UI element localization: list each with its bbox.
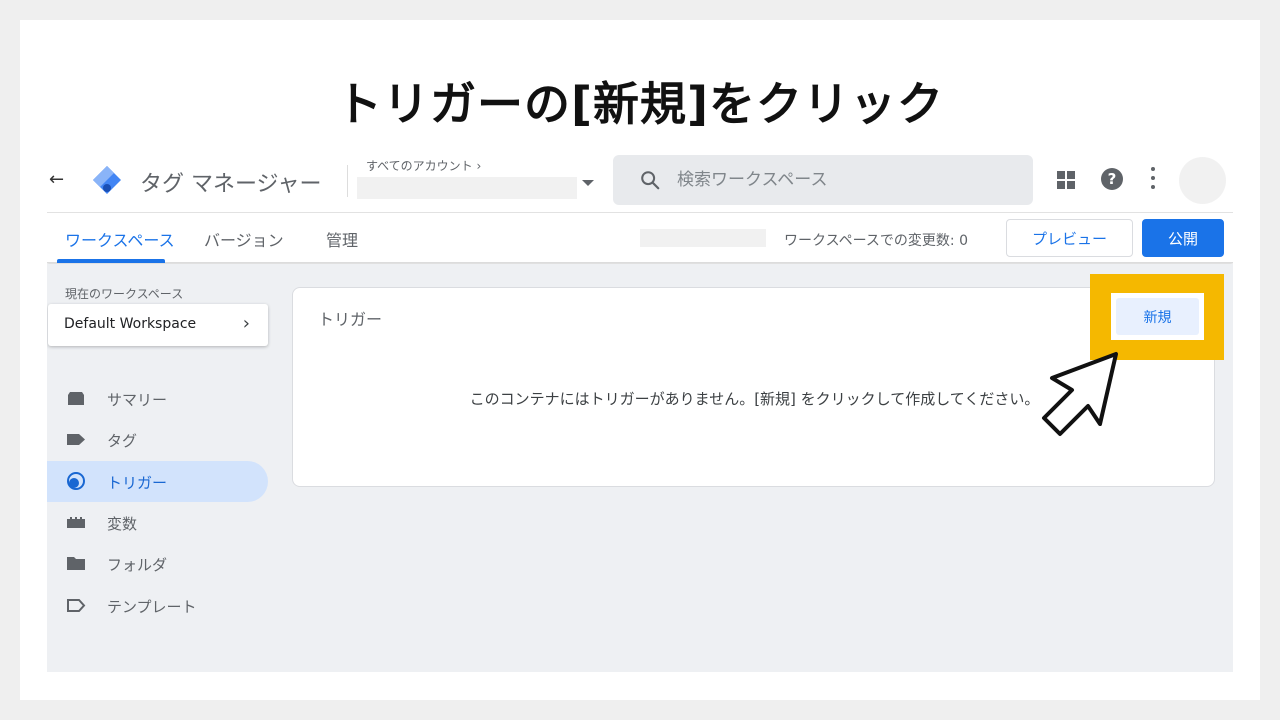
arrow-left-icon[interactable]: ←	[49, 169, 64, 190]
workspace-label: 現在のワークスペース	[65, 287, 184, 301]
sidebar-item-label: サマリー	[107, 391, 168, 409]
sidebar-item-tags[interactable]: タグ	[47, 419, 268, 460]
variables-icon	[67, 517, 85, 528]
content-area: 現在のワークスペース Default Workspace › サマリー タグ ト…	[47, 264, 1233, 672]
card-title: トリガー	[318, 310, 383, 329]
preview-button[interactable]: プレビュー	[1006, 219, 1133, 257]
container-selector[interactable]	[357, 177, 577, 199]
folder-icon	[67, 557, 85, 570]
account-breadcrumb[interactable]: すべてのアカウント ›	[366, 157, 481, 174]
sidebar-item-label: トリガー	[107, 474, 168, 492]
search-input[interactable]	[677, 167, 1017, 193]
sidebar-item-triggers[interactable]: トリガー	[47, 461, 268, 502]
chevron-right-icon: ›	[242, 313, 250, 334]
sidebar-item-label: フォルダ	[107, 556, 168, 574]
apps-grid-icon[interactable]	[1057, 171, 1075, 189]
summary-icon	[68, 392, 84, 405]
help-icon[interactable]: ?	[1101, 168, 1123, 190]
sidebar-item-variables[interactable]: 変数	[47, 502, 268, 543]
tab-bar: ワークスペース バージョン 管理 ワークスペースでの変更数: 0 プレビュー 公…	[47, 213, 1233, 263]
top-bar: ← タグ マネージャー すべてのアカウント › ?	[47, 147, 1233, 213]
sidebar-item-label: 変数	[107, 515, 138, 533]
tab-admin[interactable]: 管理	[326, 227, 358, 251]
sidebar-item-summary[interactable]: サマリー	[47, 378, 268, 419]
avatar[interactable]	[1179, 157, 1226, 204]
highlight-inner: 新規	[1111, 293, 1204, 340]
workspace-name: Default Workspace	[64, 316, 197, 332]
product-name: タグ マネージャー	[140, 172, 322, 197]
pointer-cursor-icon	[1042, 352, 1118, 436]
new-trigger-button[interactable]: 新規	[1116, 298, 1199, 335]
search-bar[interactable]	[613, 155, 1033, 205]
sidebar-item-folders[interactable]: フォルダ	[47, 543, 268, 584]
tag-icon	[67, 434, 85, 445]
change-count: ワークスペースでの変更数: 0	[784, 233, 968, 249]
header-divider	[347, 165, 348, 197]
publish-button[interactable]: 公開	[1142, 219, 1224, 257]
tab-versions[interactable]: バージョン	[204, 227, 284, 251]
tab-workspace[interactable]: ワークスペース	[65, 227, 175, 251]
sidebar-item-label: テンプレート	[107, 598, 197, 616]
more-vert-icon[interactable]	[1151, 167, 1155, 189]
gtm-diamond-icon	[93, 166, 121, 194]
workspace-selector[interactable]: Default Workspace ›	[48, 304, 268, 346]
active-tab-indicator	[57, 259, 165, 263]
slide-title: トリガーの[新規]をクリック	[335, 77, 945, 131]
trigger-icon	[67, 472, 85, 490]
template-icon	[67, 599, 86, 612]
sidebar-item-label: タグ	[107, 432, 138, 450]
caret-down-icon[interactable]	[582, 180, 594, 186]
redacted-block	[640, 229, 766, 247]
sidebar-item-templates[interactable]: テンプレート	[47, 585, 268, 626]
search-icon	[641, 171, 660, 190]
